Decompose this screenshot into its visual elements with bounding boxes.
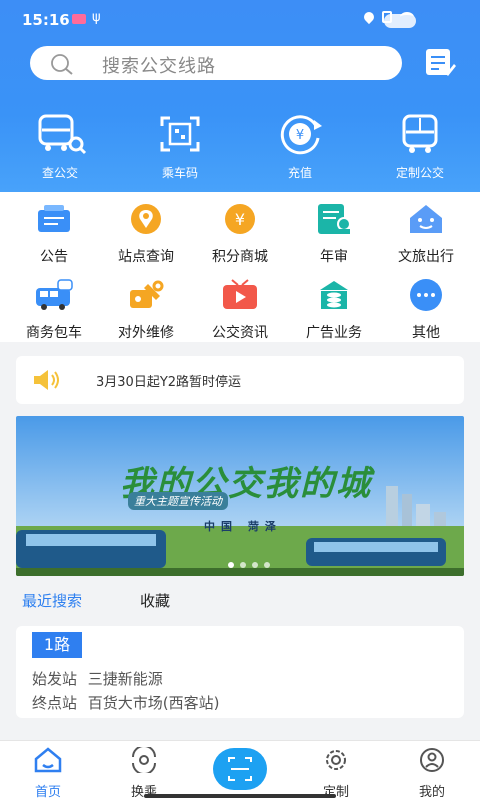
service-label: 公告 xyxy=(40,249,68,265)
service-charter-bus[interactable]: 商务包车 xyxy=(6,278,102,342)
transfer-icon xyxy=(132,745,156,775)
bus-news-icon xyxy=(223,279,257,309)
gesture-bar xyxy=(144,794,336,798)
points-mall-icon: ¥ xyxy=(225,204,255,234)
speaker-icon xyxy=(34,370,59,390)
banner-dot[interactable] xyxy=(264,562,270,568)
start-station: 三捷新能源 xyxy=(87,670,163,688)
banner-location: 中国 菏泽 xyxy=(204,520,282,533)
header-area: 15:16 ψ 搜索公交线路 查公交 乘车码 ¥ 充值 定制公交 xyxy=(0,0,480,192)
quick-action-label: 充值 xyxy=(287,166,312,180)
service-label: 公交资讯 xyxy=(212,325,268,341)
tourism-icon xyxy=(410,205,442,233)
notice-bar[interactable]: 3月30日起Y2路暂时停运 xyxy=(16,356,464,404)
service-tourism[interactable]: 文旅出行 xyxy=(378,202,474,266)
charter-bus-icon xyxy=(36,279,73,310)
status-bar: 15:16 ψ xyxy=(0,0,480,40)
service-repair[interactable]: 对外维修 xyxy=(98,278,194,342)
tab-recent-search[interactable]: 最近搜索 xyxy=(22,590,82,611)
annual-review-icon xyxy=(318,204,351,234)
more-icon xyxy=(410,279,442,311)
usb-icon: ψ xyxy=(92,10,101,25)
service-label: 站点查询 xyxy=(118,249,174,265)
route-badge: 1路 xyxy=(32,632,82,658)
service-grid: 公告 站点查询 ¥ 积分商城 年审 文旅出行 商务包车 对外维修 公交资讯 广告… xyxy=(0,192,480,342)
search-input[interactable]: 搜索公交线路 xyxy=(30,46,402,80)
service-announcement[interactable]: 公告 xyxy=(6,202,102,266)
service-annual-review[interactable]: 年审 xyxy=(286,202,382,266)
banner-dot[interactable] xyxy=(240,562,246,568)
custom-bus-icon xyxy=(402,114,438,153)
quick-action-label: 乘车码 xyxy=(161,166,198,180)
service-label: 文旅出行 xyxy=(398,249,454,265)
service-points-mall[interactable]: ¥ 积分商城 xyxy=(192,202,288,266)
service-station-query[interactable]: 站点查询 xyxy=(98,202,194,266)
announcement-icon xyxy=(38,205,70,232)
service-label: 对外维修 xyxy=(118,325,174,341)
svg-text:¥: ¥ xyxy=(235,210,245,229)
quick-action-label: 定制公交 xyxy=(395,166,444,180)
route-start-row: 始发站 三捷新能源 xyxy=(32,668,169,689)
quick-action-custom-bus[interactable]: 定制公交 xyxy=(360,112,480,181)
notes-icon[interactable] xyxy=(422,46,458,80)
banner-pagination xyxy=(228,562,270,568)
nav-transfer[interactable]: 换乘 xyxy=(96,745,192,800)
service-advertising[interactable]: 广告业务 xyxy=(286,278,382,342)
nav-custom[interactable]: 定制 xyxy=(288,747,384,800)
route-end-row: 终点站 百货大市场(西客站) xyxy=(32,692,226,713)
nav-home[interactable]: 首页 xyxy=(0,747,96,800)
service-bus-news[interactable]: 公交资讯 xyxy=(192,278,288,342)
service-label: 其他 xyxy=(412,325,440,341)
station-query-icon xyxy=(131,204,161,234)
route-card[interactable]: 1路 始发站 三捷新能源 终点站 百货大市场(西客站) xyxy=(16,626,464,718)
end-station: 百货大市场(西客站) xyxy=(87,694,220,712)
bus-search-icon xyxy=(38,114,87,155)
search-tabs: 最近搜索 收藏 xyxy=(0,588,480,612)
status-time: 15:16 xyxy=(22,11,70,29)
nav-label: 首页 xyxy=(34,785,61,800)
notification-icon xyxy=(72,14,86,24)
start-label: 始发站 xyxy=(32,670,78,688)
service-label: 商务包车 xyxy=(26,325,82,341)
svg-text:¥: ¥ xyxy=(296,128,304,143)
repair-icon xyxy=(130,280,164,308)
service-more[interactable]: 其他 xyxy=(378,278,474,342)
advertising-icon xyxy=(320,281,348,309)
custom-icon xyxy=(326,750,346,770)
home-icon xyxy=(34,747,62,773)
promo-banner[interactable]: 我的公交我的城 重大主题宣传活动 中国 菏泽 xyxy=(16,416,464,576)
quick-action-label: 查公交 xyxy=(41,166,78,180)
search-icon xyxy=(51,54,73,75)
battery-icon xyxy=(384,14,416,28)
service-label: 年审 xyxy=(320,249,348,265)
recharge-yen-icon: ¥ xyxy=(280,115,322,155)
banner-subtitle: 重大主题宣传活动 xyxy=(128,492,228,510)
qr-code-icon xyxy=(160,116,200,152)
quick-action-qr-code[interactable]: 乘车码 xyxy=(120,112,240,181)
end-label: 终点站 xyxy=(32,694,78,712)
scan-button[interactable] xyxy=(213,748,267,790)
scan-icon xyxy=(228,757,252,781)
profile-icon xyxy=(420,748,444,772)
service-label: 积分商城 xyxy=(212,249,268,265)
search-placeholder: 搜索公交线路 xyxy=(102,56,216,77)
notice-text: 3月30日起Y2路暂时停运 xyxy=(96,375,242,390)
location-icon xyxy=(361,9,377,25)
banner-dot[interactable] xyxy=(228,562,234,568)
nav-label: 我的 xyxy=(418,785,445,800)
tab-favorites[interactable]: 收藏 xyxy=(140,590,170,611)
quick-action-bus-search[interactable]: 查公交 xyxy=(0,112,120,181)
nav-profile[interactable]: 我的 xyxy=(384,747,480,800)
banner-dot[interactable] xyxy=(252,562,258,568)
quick-action-recharge[interactable]: ¥ 充值 xyxy=(240,112,360,181)
service-label: 广告业务 xyxy=(306,325,362,341)
